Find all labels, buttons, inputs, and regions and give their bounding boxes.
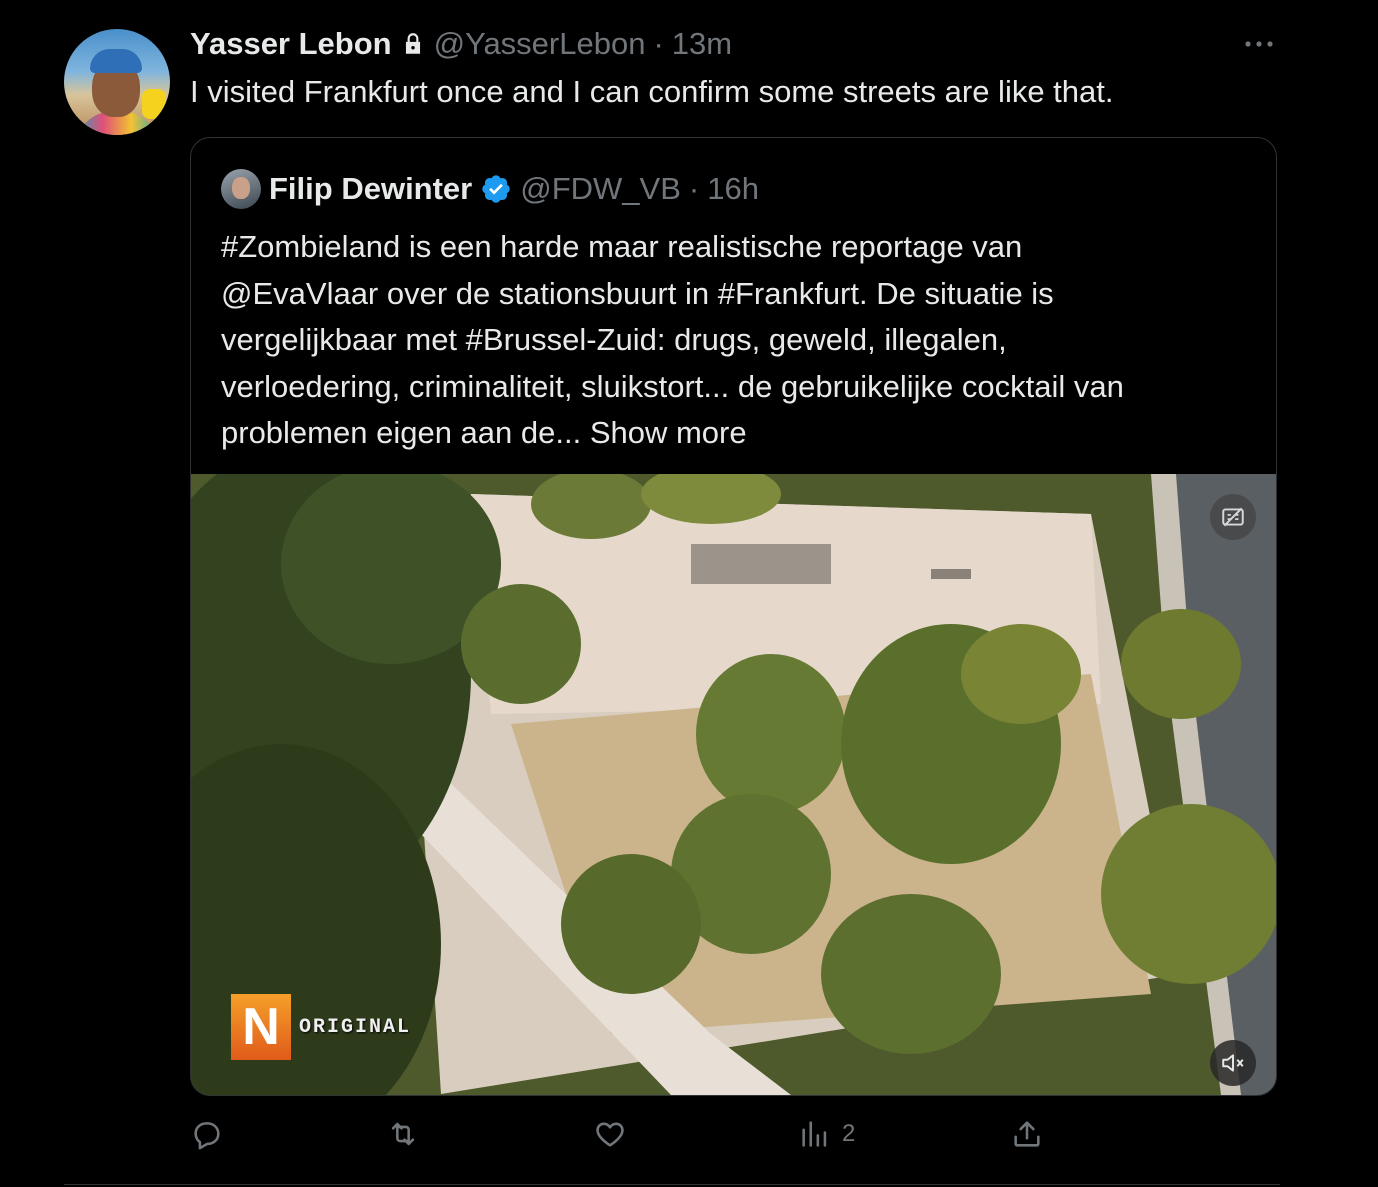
quoted-author-avatar bbox=[221, 169, 261, 209]
lock-icon bbox=[405, 33, 420, 54]
captions-off-icon bbox=[1222, 507, 1244, 527]
share-upload-icon bbox=[1014, 1121, 1040, 1147]
quoted-tweet-card[interactable]: Filip Dewinter @FDW_VB · 16h #Zombieland… bbox=[190, 137, 1277, 1096]
separator-dot: · bbox=[653, 26, 664, 61]
quoted-text-line: vergelijkbaar met #Brussel-Zuid: drugs, … bbox=[221, 322, 1007, 357]
avatar-float bbox=[142, 89, 166, 119]
watermark-logo: N bbox=[231, 994, 291, 1060]
like-button[interactable] bbox=[593, 1112, 627, 1156]
tweet-timestamp[interactable]: 13m bbox=[672, 26, 732, 62]
volume-muted-icon bbox=[1222, 1054, 1244, 1072]
video-watermark: N ORIGINAL bbox=[231, 994, 411, 1060]
retweet-button[interactable] bbox=[386, 1112, 420, 1156]
quoted-text-fragment: problemen eigen aan de... bbox=[221, 415, 590, 450]
like-heart-icon bbox=[596, 1122, 624, 1147]
quoted-text-line: #Zombieland is een harde maar realistisc… bbox=[221, 229, 1023, 264]
more-horizontal-icon[interactable] bbox=[1240, 32, 1280, 56]
show-more-link[interactable]: Show more bbox=[590, 415, 747, 450]
author-avatar[interactable] bbox=[64, 29, 170, 135]
tweet-divider bbox=[64, 1184, 1280, 1185]
captions-toggle-button[interactable] bbox=[1210, 494, 1256, 540]
quoted-separator-dot: · bbox=[688, 171, 700, 206]
tweet-header: Yasser Lebon @YasserLebon · 13m bbox=[190, 24, 732, 64]
quoted-text-line-last: problemen eigen aan de... Show more bbox=[221, 410, 1251, 457]
verified-badge-icon bbox=[482, 175, 510, 203]
tweet-text: I visited Frankfurt once and I can confi… bbox=[190, 74, 1114, 109]
quoted-author-handle: @FDW_VB bbox=[520, 171, 681, 206]
reply-button[interactable] bbox=[190, 1112, 224, 1156]
quoted-timestamp: 16h bbox=[707, 171, 759, 206]
views-count: 2 bbox=[842, 1120, 856, 1147]
reply-icon bbox=[194, 1122, 220, 1150]
author-handle[interactable]: @YasserLebon bbox=[434, 26, 646, 62]
quoted-tweet-text: #Zombieland is een harde maar realistisc… bbox=[221, 224, 1251, 457]
views-bar-chart-icon bbox=[802, 1121, 827, 1147]
watermark-text: ORIGINAL bbox=[299, 1015, 412, 1039]
avatar-cap bbox=[90, 49, 142, 73]
quoted-tweet-header: Filip Dewinter @FDW_VB · 16h bbox=[221, 169, 759, 209]
video-player[interactable]: N ORIGINAL bbox=[191, 474, 1276, 1095]
quoted-text-line: @EvaVlaar over de stationsbuurt in #Fran… bbox=[221, 275, 1054, 311]
unmute-button[interactable] bbox=[1210, 1040, 1256, 1086]
tweet-actions-bar: 2 bbox=[190, 1112, 1280, 1156]
views-button[interactable]: 2 bbox=[798, 1112, 855, 1156]
share-button[interactable] bbox=[1010, 1112, 1044, 1156]
author-name[interactable]: Yasser Lebon bbox=[190, 26, 392, 62]
quoted-author-name: Filip Dewinter bbox=[269, 171, 473, 206]
quoted-text-line: verloedering, criminaliteit, sluikstort.… bbox=[221, 368, 1124, 404]
retweet-icon bbox=[391, 1122, 415, 1146]
